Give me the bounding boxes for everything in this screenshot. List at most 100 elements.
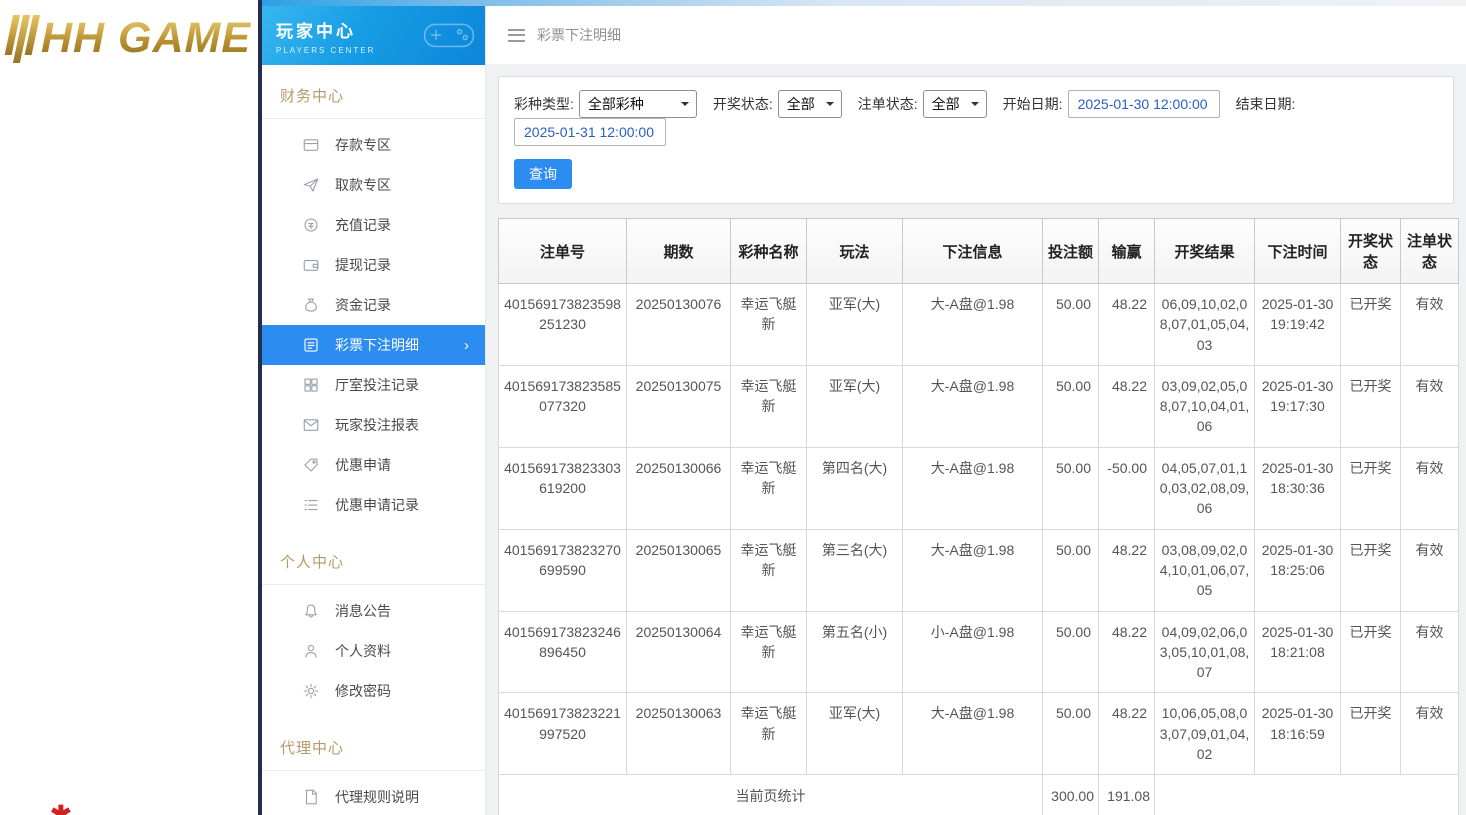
summary-win-loss: 191.08: [1099, 775, 1155, 815]
end-date-input[interactable]: [514, 118, 666, 146]
cell-bet_time: 2025-01-30 19:17:30: [1255, 365, 1341, 447]
sidebar-item-label: 个人资料: [335, 641, 391, 661]
withdraw-send-icon: [302, 176, 320, 194]
sidebar-header: 玩家中心 PLAYERS CENTER: [262, 6, 485, 65]
sidebar-item-promo-record[interactable]: 优惠申请记录: [262, 485, 485, 525]
sidebar-item-profile-person[interactable]: 个人资料: [262, 631, 485, 671]
password-gear-icon: [302, 682, 320, 700]
recharge-record-icon: [302, 216, 320, 234]
cashout-record-icon: [302, 256, 320, 274]
chevron-right-icon: ›: [464, 337, 469, 354]
cell-play: 亚军(大): [807, 284, 903, 366]
sidebar-item-label: 玩家投注报表: [335, 415, 419, 435]
sidebar-item-password-gear[interactable]: 修改密码: [262, 671, 485, 711]
sidebar-item-label: 充值记录: [335, 215, 391, 235]
cell-order_status: 有效: [1401, 529, 1459, 611]
cell-win_loss: 48.22: [1099, 284, 1155, 366]
sidebar-item-recharge-record[interactable]: 充值记录: [262, 205, 485, 245]
cell-draw_status: 已开奖: [1341, 447, 1401, 529]
search-button[interactable]: 查询: [514, 159, 572, 189]
cell-bet_info: 大-A盘@1.98: [903, 365, 1043, 447]
sidebar-item-label: 提现记录: [335, 255, 391, 275]
col-header-win_loss: 输赢: [1099, 219, 1155, 284]
cell-draw_status: 已开奖: [1341, 529, 1401, 611]
sidebar-item-agent-rules-doc[interactable]: 代理规则说明: [262, 777, 485, 815]
col-header-draw_result: 开奖结果: [1155, 219, 1255, 284]
cell-bet_amount: 50.00: [1043, 529, 1099, 611]
sidebar-item-funds-record[interactable]: 资金记录: [262, 285, 485, 325]
cell-bet_info: 大-A盘@1.98: [903, 284, 1043, 366]
order-status-select[interactable]: 全部: [923, 90, 987, 118]
table-row: 40156917382324689645020250130064幸运飞艇新第五名…: [499, 611, 1459, 693]
cell-period: 20250130075: [627, 365, 731, 447]
sidebar-item-label: 修改密码: [335, 681, 391, 701]
promo-record-icon: [302, 496, 320, 514]
main-content: 彩票下注明细 彩种类型: 全部彩种 开奖状态: 全部 注单状态: 全部 开始日期…: [486, 6, 1466, 815]
cell-order_status: 有效: [1401, 611, 1459, 693]
table-row: 40156917382359825123020250130076幸运飞艇新亚军(…: [499, 284, 1459, 366]
sidebar-item-label: 厅室投注记录: [335, 375, 419, 395]
section-title: 代理中心: [262, 717, 485, 771]
sidebar-item-room-bets[interactable]: 厅室投注记录: [262, 365, 485, 405]
cell-win_loss: 48.22: [1099, 611, 1155, 693]
col-header-bet_time: 下注时间: [1255, 219, 1341, 284]
sidebar-item-promo-apply[interactable]: 优惠申请: [262, 445, 485, 485]
sidebar-item-lottery-bets[interactable]: 彩票下注明细 ›: [262, 325, 485, 365]
sidebar-item-label: 资金记录: [335, 295, 391, 315]
profile-person-icon: [302, 642, 320, 660]
cell-lottery_name: 幸运飞艇新: [731, 529, 807, 611]
sidebar-item-label: 彩票下注明细: [335, 335, 419, 355]
cell-play: 第四名(大): [807, 447, 903, 529]
cell-period: 20250130063: [627, 693, 731, 775]
promo-apply-icon: [302, 456, 320, 474]
main-header: 彩票下注明细: [486, 6, 1466, 64]
start-date-label: 开始日期:: [1003, 94, 1063, 114]
col-header-period: 期数: [627, 219, 731, 284]
summary-empty: [1155, 775, 1459, 815]
summary-bet-amount: 300.00: [1043, 775, 1099, 815]
cell-bet_amount: 50.00: [1043, 284, 1099, 366]
start-date-input[interactable]: [1068, 90, 1220, 118]
cell-order_status: 有效: [1401, 365, 1459, 447]
draw-status-label: 开奖状态:: [713, 94, 773, 114]
cell-bet_info: 大-A盘@1.98: [903, 693, 1043, 775]
player-report-icon: [302, 416, 320, 434]
cell-win_loss: 48.22: [1099, 693, 1155, 775]
cell-order_status: 有效: [1401, 284, 1459, 366]
sidebar-item-label: 取款专区: [335, 175, 391, 195]
cell-win_loss: -50.00: [1099, 447, 1155, 529]
cell-order_no: 401569173823221997520: [499, 693, 627, 775]
cell-play: 第三名(大): [807, 529, 903, 611]
menu-toggle-icon[interactable]: [508, 29, 525, 42]
gamepad-icon: [423, 17, 475, 53]
draw-status-select[interactable]: 全部: [778, 90, 842, 118]
lottery-type-select[interactable]: 全部彩种: [579, 90, 697, 118]
sidebar-item-player-report[interactable]: 玩家投注报表: [262, 405, 485, 445]
bottom-left-red-icon: ✱: [50, 800, 72, 815]
cell-bet_info: 大-A盘@1.98: [903, 529, 1043, 611]
table-row: 40156917382358507732020250130075幸运飞艇新亚军(…: [499, 365, 1459, 447]
summary-label: 当前页统计: [499, 775, 1043, 815]
section-title: 个人中心: [262, 531, 485, 585]
cell-lottery_name: 幸运飞艇新: [731, 284, 807, 366]
sidebar-item-cashout-record[interactable]: 提现记录: [262, 245, 485, 285]
cell-bet_time: 2025-01-30 18:30:36: [1255, 447, 1341, 529]
agent-rules-doc-icon: [302, 788, 320, 806]
sidebar-item-label: 优惠申请: [335, 455, 391, 475]
cell-order_status: 有效: [1401, 693, 1459, 775]
table-row: 40156917382327069959020250130065幸运飞艇新第三名…: [499, 529, 1459, 611]
cell-lottery_name: 幸运飞艇新: [731, 693, 807, 775]
order-status-label: 注单状态:: [858, 94, 918, 114]
lottery-bets-icon: [302, 336, 320, 354]
sidebar-item-label: 消息公告: [335, 601, 391, 621]
sidebar-item-withdraw-send[interactable]: 取款专区: [262, 165, 485, 205]
announcement-bell-icon: [302, 602, 320, 620]
sidebar-item-bank-card[interactable]: 存款专区: [262, 125, 485, 165]
cell-draw_status: 已开奖: [1341, 365, 1401, 447]
cell-win_loss: 48.22: [1099, 529, 1155, 611]
cell-bet_amount: 50.00: [1043, 611, 1099, 693]
sidebar-item-announcement-bell[interactable]: 消息公告: [262, 591, 485, 631]
brand-logo: HH GAME: [0, 0, 258, 63]
cell-bet_info: 小-A盘@1.98: [903, 611, 1043, 693]
cell-period: 20250130065: [627, 529, 731, 611]
